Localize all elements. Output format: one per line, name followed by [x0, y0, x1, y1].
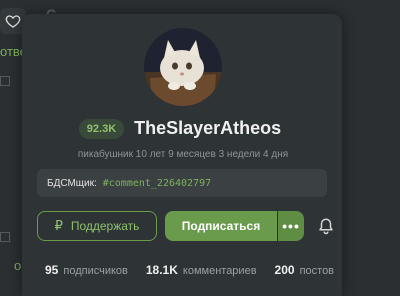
notifications-bell-button[interactable] — [317, 217, 335, 235]
note-comment-link[interactable]: #comment_226402797 — [103, 178, 211, 189]
profile-stats: 95 подписчиков 18.1K комментариев 200 по… — [45, 263, 334, 277]
comments-label: комментариев — [182, 265, 257, 277]
support-label: Поддержать — [70, 219, 140, 233]
background-marker — [0, 76, 10, 86]
subscribers-label: подписчиков — [63, 265, 128, 277]
posts-label: постов — [299, 265, 335, 277]
bell-icon — [319, 218, 333, 235]
avatar-cat — [144, 28, 222, 106]
subscribe-label: Подписаться — [181, 219, 261, 233]
posts-count: 200 — [274, 263, 295, 277]
profile-note: БДСМщик: #comment_226402797 — [37, 169, 327, 197]
name-row: 92.3K TheSlayerAtheos — [0, 118, 360, 139]
rating-badge: 92.3K — [78, 118, 125, 139]
subscribe-button[interactable]: Подписаться — [165, 211, 277, 241]
support-button[interactable]: ₽ Поддержать — [37, 211, 157, 241]
subscribers-count: 95 — [45, 263, 59, 277]
tenure-text: пикабушник 10 лет 9 месяцев 3 недели 4 д… — [77, 149, 289, 160]
heart-icon — [5, 15, 21, 28]
more-options-button[interactable]: ••• — [278, 211, 304, 241]
avatar[interactable] — [144, 28, 222, 106]
comments-count: 18.1K — [145, 263, 178, 277]
more-label: ••• — [282, 218, 300, 234]
ruble-icon: ₽ — [54, 218, 63, 233]
username[interactable]: TheSlayerAtheos — [134, 118, 281, 139]
background-link[interactable]: о — [14, 258, 21, 273]
background-marker — [0, 232, 10, 242]
note-label: БДСМщик: — [47, 177, 97, 189]
